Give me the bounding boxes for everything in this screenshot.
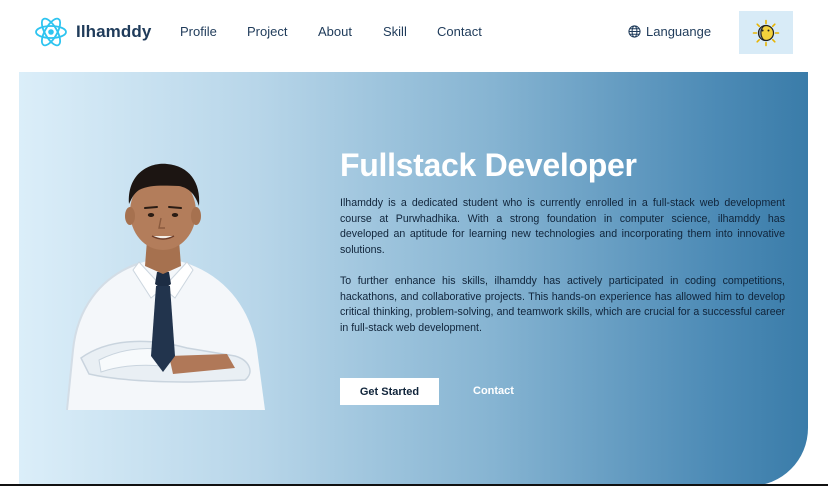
sun-moon-icon xyxy=(752,19,780,47)
profile-photo xyxy=(59,160,269,411)
brand[interactable]: Ilhamddy xyxy=(34,16,151,48)
hero-title: Fullstack Developer xyxy=(340,147,637,183)
theme-toggle-button[interactable] xyxy=(739,11,793,54)
nav-link-contact[interactable]: Contact xyxy=(437,24,482,39)
globe-icon xyxy=(628,25,641,38)
get-started-button[interactable]: Get Started xyxy=(340,378,439,405)
language-label: Languange xyxy=(646,24,712,39)
hero-contact-link[interactable]: Contact xyxy=(473,385,514,397)
language-selector[interactable]: Languange xyxy=(628,24,711,39)
react-atom-icon xyxy=(34,16,68,48)
nav-link-skill[interactable]: Skill xyxy=(383,24,407,39)
nav-link-about[interactable]: About xyxy=(318,24,352,39)
brand-name: Ilhamddy xyxy=(76,22,152,41)
navbar: Ilhamddy Profile Project About Skill Con… xyxy=(0,0,828,66)
nav-link-project[interactable]: Project xyxy=(247,24,287,39)
nav-link-profile[interactable]: Profile xyxy=(180,24,217,39)
hero-skills-paragraph: To further enhance his skills, ilhamddy … xyxy=(340,275,785,334)
hero-section: Fullstack Developer Ilhamddy is a dedica… xyxy=(19,72,808,486)
hero-intro-paragraph: Ilhamddy is a dedicated student who is c… xyxy=(340,197,785,256)
